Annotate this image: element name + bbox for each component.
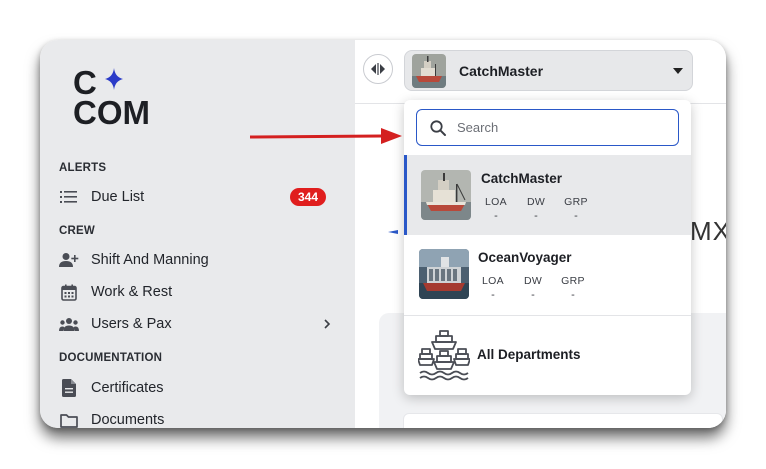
logo[interactable]: C COM xyxy=(73,64,173,131)
stat-dw: DW - xyxy=(521,196,551,222)
sidebar-item-label: Work & Rest xyxy=(91,284,173,300)
sidebar-item-users-and-pax[interactable]: Users & Pax xyxy=(59,311,334,337)
vessel-option-name: CatchMaster xyxy=(481,171,563,186)
calendar-icon xyxy=(59,282,79,302)
stat-label: DW xyxy=(526,196,546,208)
sidebar-item-work-and-rest[interactable]: Work & Rest xyxy=(59,279,334,305)
stat-value: - xyxy=(491,289,495,301)
vessel-select[interactable]: CatchMaster xyxy=(404,50,693,91)
sidebar-item-label: Shift And Manning xyxy=(91,252,209,268)
vessel-dropdown: CatchMaster LOA - DW - GRP - OceanVoyage… xyxy=(404,100,691,395)
vessel-thumbnail xyxy=(412,53,446,88)
all-departments-label: All Departments xyxy=(477,347,581,362)
sidebar: C COM ALERTS Due List 344 CREW Shift And… xyxy=(40,40,355,428)
stat-value: - xyxy=(574,210,578,222)
search-icon xyxy=(430,119,446,136)
annotation-arrow xyxy=(250,128,402,144)
search-input[interactable] xyxy=(457,120,657,135)
vessel-search[interactable] xyxy=(416,109,679,146)
logo-text-line2: COM xyxy=(73,94,150,131)
section-title-crew: CREW xyxy=(59,225,95,237)
stat-grp: GRP - xyxy=(561,196,591,222)
selected-vessel-name: CatchMaster xyxy=(459,62,544,79)
sidebar-item-due-list[interactable]: Due List 344 xyxy=(59,184,334,210)
folder-icon xyxy=(59,410,79,428)
blue-edge-mark xyxy=(388,230,398,234)
stat-value: - xyxy=(531,289,535,301)
sidebar-toggle-button[interactable] xyxy=(363,54,393,84)
sidebar-item-label: Documents xyxy=(91,412,165,428)
vessel-option-name: OceanVoyager xyxy=(478,250,572,265)
group-icon xyxy=(59,314,79,334)
document-icon xyxy=(59,378,79,398)
stat-value: - xyxy=(571,289,575,301)
stat-label: GRP xyxy=(564,196,588,208)
option-all-departments[interactable]: All Departments xyxy=(404,316,691,395)
caret-down-icon xyxy=(673,68,683,74)
section-title-documentation: DOCUMENTATION xyxy=(59,352,163,364)
stat-label: GRP xyxy=(561,275,585,287)
section-title-alerts: ALERTS xyxy=(59,162,107,174)
stat-loa: LOA - xyxy=(481,196,511,222)
fleet-ships-icon xyxy=(418,330,470,381)
stat-dw: DW - xyxy=(518,275,548,301)
content-card-inner xyxy=(403,413,723,428)
screenshot-stage: C COM ALERTS Due List 344 CREW Shift And… xyxy=(0,0,766,469)
add-user-icon xyxy=(59,250,79,270)
sidebar-item-certificates[interactable]: Certificates xyxy=(59,375,334,401)
sidebar-item-label: Users & Pax xyxy=(91,316,172,332)
sidebar-item-documents[interactable]: Documents xyxy=(59,407,334,428)
stat-label: LOA xyxy=(485,196,507,208)
stat-label: DW xyxy=(523,275,543,287)
list-icon xyxy=(59,187,79,207)
vessel-option-catchmaster[interactable]: CatchMaster LOA - DW - GRP - xyxy=(404,155,691,235)
page-heading-partial: MX xyxy=(690,216,726,246)
vessel-image xyxy=(421,170,471,220)
stat-grp: GRP - xyxy=(558,275,588,301)
vessel-image xyxy=(419,249,469,299)
stat-value: - xyxy=(534,210,538,222)
stat-label: LOA xyxy=(482,275,504,287)
sidebar-item-shift-and-manning[interactable]: Shift And Manning xyxy=(59,247,334,273)
vessel-option-oceanvoyager[interactable]: OceanVoyager LOA - DW - GRP - xyxy=(404,235,691,315)
collapse-arrows-icon xyxy=(371,63,385,75)
stat-loa: LOA - xyxy=(478,275,508,301)
due-count-badge: 344 xyxy=(290,188,326,206)
chevron-right-icon xyxy=(324,319,331,329)
sidebar-item-label: Due List xyxy=(91,189,145,205)
selected-indicator xyxy=(404,155,407,235)
sidebar-item-label: Certificates xyxy=(91,380,164,396)
stat-value: - xyxy=(494,210,498,222)
star-icon xyxy=(105,68,123,90)
